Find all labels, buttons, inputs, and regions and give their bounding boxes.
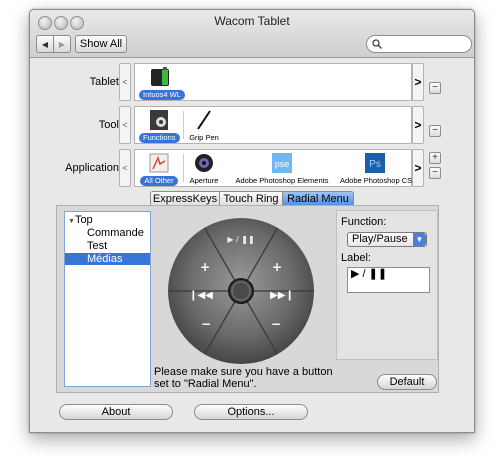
add-application-button[interactable]: +: [429, 152, 441, 164]
window-title: Wacom Tablet: [214, 14, 290, 28]
tablet-strip: Intuos4 WL: [134, 63, 412, 101]
app-item-aperture-label: Aperture: [189, 176, 219, 185]
radial-lower-left-label: −: [201, 317, 211, 331]
application-scroll-left-button[interactable]: <: [119, 149, 131, 187]
radial-menu-wheel: ▶ / ❚❚ + + ❙◀◀ ▶▶❙ − −: [168, 218, 314, 364]
radial-segment-left[interactable]: ❙◀◀: [189, 290, 213, 301]
tablet-item-label: Intuos4 WL: [139, 90, 185, 100]
tablet-item[interactable]: Intuos4 WL: [139, 66, 185, 100]
pen-icon: [197, 110, 211, 130]
tool-scroll-left-button[interactable]: <: [119, 106, 131, 144]
radial-upper-left-label: +: [200, 260, 210, 274]
tool-item-functions-label: Functions: [139, 133, 180, 143]
radial-left-label: ❙◀◀: [189, 290, 213, 301]
pse-icon-text: pse: [275, 159, 290, 169]
tool-item-functions[interactable]: Functions: [139, 109, 180, 143]
tree-item-commande[interactable]: Commande: [65, 227, 150, 239]
radial-segment-top[interactable]: ▶ / ❚❚: [227, 235, 254, 244]
tablet-scroll-left-button[interactable]: <: [119, 63, 131, 101]
tool-item-grip-pen-label: Grip Pen: [189, 133, 219, 142]
function-select[interactable]: Play/Pause ▼: [347, 232, 427, 247]
radial-segment-right[interactable]: ▶▶❙: [270, 290, 294, 301]
ps-icon: Ps: [365, 153, 385, 173]
radial-menu-note: Please make sure you have a button set t…: [154, 366, 333, 390]
tree-item-top-label: Top: [74, 214, 93, 226]
app-item-all-other[interactable]: All Other: [139, 152, 179, 186]
application-strip: All Other Aperture pse Adobe Photoshop E…: [134, 149, 417, 187]
radial-right-label: ▶▶❙: [270, 290, 294, 301]
app-item-all-other-label: All Other: [140, 176, 178, 186]
chevron-down-icon: ▼: [413, 233, 426, 246]
app-divider: [183, 154, 184, 182]
back-button[interactable]: ◀: [36, 35, 54, 53]
tree-item-medias[interactable]: Médias: [65, 253, 150, 265]
radial-segment-upper-right[interactable]: +: [272, 260, 282, 274]
preferences-window: Wacom Tablet ◀ ▶ Show All Tablet: < Intu…: [29, 9, 475, 433]
tablet-icon: [151, 67, 169, 86]
pse-icon: pse: [272, 153, 292, 173]
app-item-photoshop-elements[interactable]: pse Adobe Photoshop Elements: [228, 152, 336, 185]
function-label: Function:: [341, 216, 387, 228]
disclosure-triangle-icon[interactable]: ▼: [65, 218, 75, 225]
label-label: Label:: [341, 252, 371, 264]
remove-tool-button[interactable]: −: [429, 125, 441, 137]
search-field[interactable]: [366, 35, 472, 53]
title-bar: Wacom Tablet ◀ ▶ Show All: [30, 10, 474, 58]
app-item-photoshop-css-label: Adobe Photoshop CSS: [340, 176, 418, 185]
back-arrow-icon: ◀: [41, 40, 49, 49]
search-input[interactable]: [384, 37, 464, 50]
tree-item-top[interactable]: ▼Top: [65, 214, 150, 226]
tool-strip: Functions Grip Pen: [134, 106, 412, 144]
radial-segment-lower-right[interactable]: −: [271, 317, 281, 331]
options-button[interactable]: Options...: [194, 404, 308, 420]
about-button[interactable]: About: [59, 404, 173, 420]
radial-top-label: ▶ / ❚❚: [227, 235, 254, 244]
remove-tablet-button[interactable]: −: [429, 82, 441, 94]
tool-row-label: Tool:: [98, 119, 122, 131]
default-button[interactable]: Default: [377, 374, 437, 390]
aperture-icon: [195, 154, 213, 172]
app-item-aperture[interactable]: Aperture: [187, 152, 221, 185]
tool-divider: [183, 111, 184, 139]
radial-segment-lower-left[interactable]: −: [201, 317, 211, 331]
app-item-photoshop-css[interactable]: Ps Adobe Photoshop CSS: [340, 152, 417, 185]
all-other-icon: [149, 153, 169, 173]
radial-lower-right-label: −: [271, 317, 281, 331]
radial-upper-right-label: +: [272, 260, 282, 274]
tablet-row-label: Tablet:: [89, 76, 122, 88]
show-all-button[interactable]: Show All: [75, 35, 127, 53]
forward-arrow-icon: ▶: [58, 40, 66, 49]
application-scroll-right-button[interactable]: >: [412, 149, 424, 187]
tool-item-grip-pen[interactable]: Grip Pen: [187, 109, 221, 142]
function-select-value: Play/Pause: [352, 233, 408, 245]
menu-tree[interactable]: ▼Top Commande Test Médias: [64, 211, 151, 387]
application-row-label: Application:: [65, 162, 122, 174]
app-item-photoshop-elements-label: Adobe Photoshop Elements: [235, 176, 329, 185]
tool-scroll-right-button[interactable]: >: [412, 106, 424, 144]
ps-icon-text: Ps: [369, 159, 381, 170]
radial-segment-upper-left[interactable]: +: [200, 260, 210, 274]
functions-icon: [150, 110, 168, 130]
remove-application-button[interactable]: −: [429, 167, 441, 179]
search-icon: [372, 39, 382, 49]
tablet-scroll-right-button[interactable]: >: [412, 63, 424, 101]
radial-center-button[interactable]: [228, 278, 254, 304]
forward-button[interactable]: ▶: [53, 35, 71, 53]
label-field[interactable]: ▶ / ❚❚: [347, 267, 430, 293]
tree-item-test[interactable]: Test: [65, 240, 150, 252]
